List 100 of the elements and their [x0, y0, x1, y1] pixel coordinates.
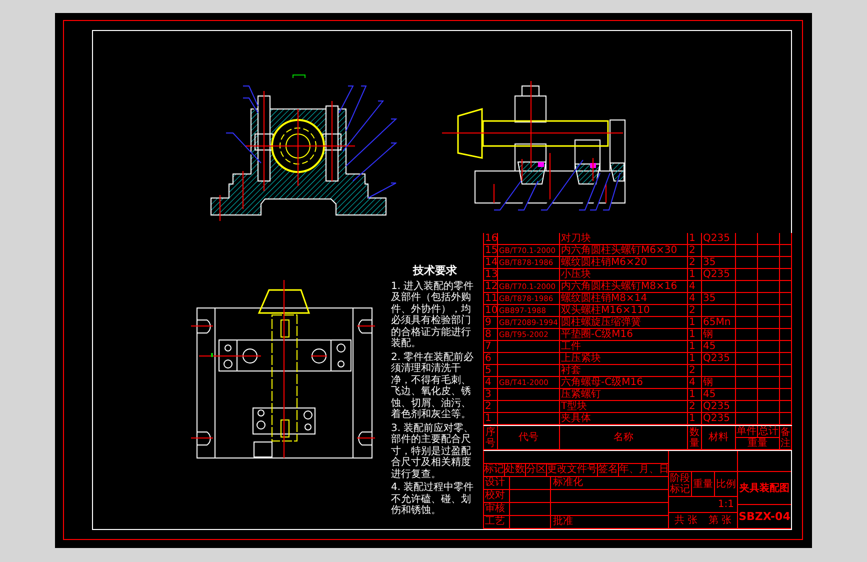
- part-number: 10: [484, 305, 498, 317]
- sheet-number: 第 张: [708, 514, 732, 528]
- part-quantity: 1: [688, 389, 702, 401]
- column-header: 总计: [758, 426, 780, 438]
- table-cell: [736, 233, 758, 245]
- table-cell: [780, 341, 792, 353]
- table-cell: [736, 377, 758, 389]
- part-name: 夹具体: [560, 413, 688, 425]
- requirements-title: 技术要求: [412, 265, 458, 276]
- table-cell: [780, 245, 792, 257]
- table-cell: [780, 401, 792, 413]
- part-material: 钢: [702, 329, 736, 341]
- table-cell: [736, 269, 758, 281]
- part-quantity: 4: [688, 281, 702, 293]
- table-cell: [736, 341, 758, 353]
- part-name: 小压块: [560, 269, 688, 281]
- table-cell: [758, 329, 780, 341]
- part-number: 13: [484, 269, 498, 281]
- part-number: 15: [484, 245, 498, 257]
- table-cell: [780, 257, 792, 269]
- table-cell: [758, 389, 780, 401]
- table-cell: [780, 317, 792, 329]
- part-name: 内六角圆柱头螺钉M8×16: [560, 281, 688, 293]
- table-cell: [780, 305, 792, 317]
- revision-header: 分区: [526, 464, 546, 476]
- table-cell: [780, 269, 792, 281]
- stage-header: 比例: [716, 478, 736, 491]
- column-header: 材料: [708, 432, 728, 443]
- part-quantity: 2: [688, 257, 702, 269]
- table-cell: [736, 257, 758, 269]
- revision-header: 更改文件号: [547, 464, 597, 476]
- part-number: 11: [484, 293, 498, 305]
- part-name: 螺纹圆柱销M6×20: [560, 257, 688, 269]
- revision-header: 年、月、日: [619, 464, 669, 476]
- part-quantity: 2: [688, 401, 702, 413]
- table-cell: [780, 389, 792, 401]
- part-number: 7: [484, 341, 498, 353]
- table-cell: [736, 293, 758, 305]
- part-number: 12: [484, 281, 498, 293]
- signoff-label: 工艺: [485, 516, 505, 527]
- part-name: 平垫圈-C级M16: [560, 329, 688, 341]
- table-cell: [780, 281, 792, 293]
- part-name: 衬套: [560, 365, 688, 377]
- stage-header: 阶段标记: [670, 472, 690, 495]
- revision-header: 签名: [598, 464, 618, 476]
- signoff-label: 审核: [485, 503, 505, 514]
- part-quantity: 4: [688, 377, 702, 389]
- table-cell: [736, 353, 758, 365]
- part-material: Q235: [702, 413, 736, 425]
- drawing-title: 夹具装配图: [740, 482, 790, 496]
- part-quantity: 2: [688, 305, 702, 317]
- table-cell: [736, 389, 758, 401]
- part-quantity: 1: [688, 353, 702, 365]
- table-cell: [758, 281, 780, 293]
- part-number: 4: [484, 377, 498, 389]
- table-cell: [758, 293, 780, 305]
- signoff-label: 校对: [485, 490, 505, 501]
- part-name: 螺纹圆柱销M8×14: [560, 293, 688, 305]
- part-material: Q235: [702, 401, 736, 413]
- part-name: 压紧螺钉: [560, 389, 688, 401]
- sheet-total: 共 张: [674, 514, 698, 528]
- part-name: 双头螺柱M16×110: [560, 305, 688, 317]
- table-cell: [780, 293, 792, 305]
- column-header: 备注: [780, 426, 790, 448]
- table-cell: [736, 401, 758, 413]
- part-material: 45: [702, 341, 736, 353]
- part-material: 35: [702, 257, 736, 269]
- part-name: 内六角圆柱头螺钉M6×30: [560, 245, 688, 257]
- part-number: 9: [484, 317, 498, 329]
- table-cell: [736, 245, 758, 257]
- requirement-text: 1. 进入装配的零件及部件（包括外购件、外协件），均必须具有检验部门的合格证方能进行装配。: [391, 280, 475, 350]
- part-material: 45: [702, 389, 736, 401]
- part-name: T型块: [560, 401, 688, 413]
- part-quantity: 1: [688, 317, 702, 329]
- table-cell: [736, 305, 758, 317]
- column-header: 重量: [736, 438, 780, 450]
- part-number: 16: [484, 233, 498, 245]
- part-material: Q235: [702, 353, 736, 365]
- part-material: Q235: [702, 233, 736, 245]
- part-quantity: 1: [688, 413, 702, 425]
- scale-value: 1:1: [718, 498, 734, 510]
- table-cell: [758, 401, 780, 413]
- part-quantity: 1: [688, 329, 702, 341]
- revision-header: 处数: [505, 464, 525, 476]
- part-material: 35: [702, 293, 736, 305]
- signoff-label: 设计: [485, 477, 505, 488]
- table-cell: [736, 281, 758, 293]
- part-name: 工件: [560, 341, 688, 353]
- table-cell: [736, 365, 758, 377]
- table-cell: [758, 353, 780, 365]
- table-cell: [736, 413, 758, 425]
- column-header: 单件: [736, 426, 758, 438]
- table-cell: [758, 341, 780, 353]
- table-cell: [780, 329, 792, 341]
- part-name: 上压紧块: [560, 353, 688, 365]
- requirement-text: 2. 零件在装配前必须清理和清洗干净，不得有毛刺、飞边、氧化皮、锈蚀、切屑、油污、着色剂和灰尘等。: [391, 352, 475, 420]
- table-cell: [758, 305, 780, 317]
- requirement-text: 3. 装配前应对零、部件的主要配合尺寸，特别是过盈配合尺寸及相关精度进行复查。: [391, 422, 475, 480]
- column-header: 代号: [518, 432, 538, 443]
- table-cell: [780, 233, 792, 245]
